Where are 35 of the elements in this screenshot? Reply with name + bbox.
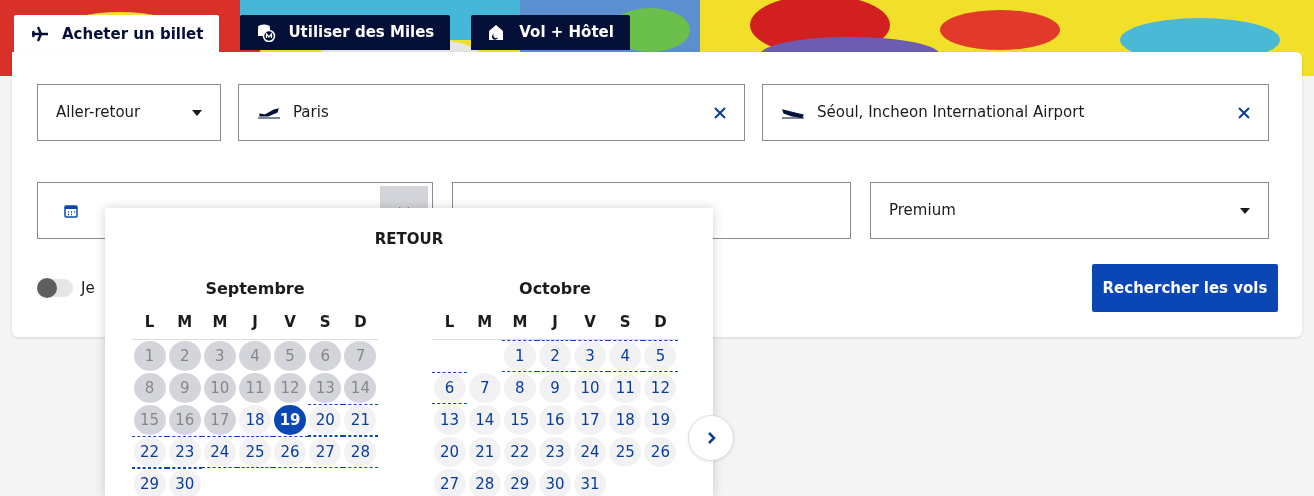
weekday-label: D — [653, 311, 668, 333]
weekday-label: D — [353, 311, 368, 333]
calendar-day: 8 — [133, 373, 166, 403]
calendar-day: 14 — [344, 373, 377, 403]
weekday-label: V — [583, 311, 597, 333]
calendar-day: 1 — [133, 341, 166, 371]
calendar-day: 17 — [203, 405, 236, 435]
calendar-day: 7 — [344, 341, 377, 371]
weekday-label: J — [550, 311, 559, 333]
calendar-day: 4 — [239, 341, 271, 371]
calendar-day: 3 — [203, 341, 236, 371]
calendar-day: 10 — [203, 373, 236, 403]
month-name: Octobre — [518, 277, 592, 300]
toggle-label: Je — [81, 277, 95, 299]
calendar-day: 13 — [309, 373, 342, 403]
calendar-day: 2 — [168, 341, 201, 371]
weekday-label: M — [176, 311, 194, 333]
weekday-label: V — [283, 311, 297, 333]
calendar-day: 5 — [274, 341, 307, 371]
weekday-label: M — [211, 311, 229, 333]
weekday-label: S — [618, 311, 632, 333]
weekday-label: M — [476, 311, 494, 333]
calendar-day: 12 — [274, 373, 307, 403]
calendar-day: 15 — [133, 405, 166, 435]
calendar-day: 6 — [309, 341, 342, 371]
weekday-label: M — [511, 311, 529, 333]
calendar-title: RETOUR — [373, 229, 445, 250]
weekday-label: J — [250, 311, 259, 333]
weekday-label: L — [143, 311, 156, 333]
calendar-day: 16 — [168, 405, 201, 435]
month-name: Septembre — [204, 277, 306, 300]
calendar-day: 11 — [239, 373, 271, 403]
weekday-label: S — [318, 311, 332, 333]
calendar-day: 9 — [168, 373, 201, 403]
weekday-label: L — [443, 311, 456, 333]
